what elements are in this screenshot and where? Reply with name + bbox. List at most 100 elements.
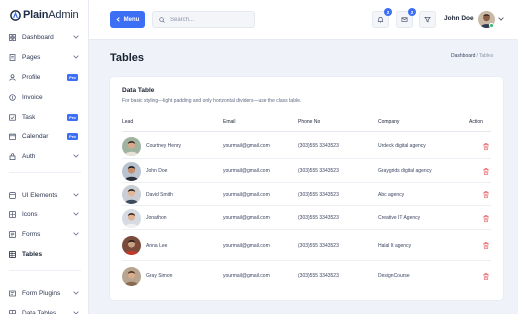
sidebar-item-label: Profile bbox=[22, 73, 41, 81]
table-row: John Doe yourmail@gmail.com (303)555 33435… bbox=[122, 159, 491, 183]
column-header-action: Action bbox=[469, 119, 483, 125]
search-box bbox=[152, 11, 255, 28]
data-tables-icon bbox=[9, 309, 16, 314]
bell-icon bbox=[377, 17, 384, 23]
breadcrumb: Dashboard/Tables bbox=[451, 53, 493, 59]
lead-email: yourmail@gmail.com bbox=[223, 143, 270, 149]
breadcrumb-separator: / bbox=[476, 53, 478, 59]
delete-icon[interactable] bbox=[483, 214, 489, 222]
sidebar-item-invoice[interactable]: Invoice bbox=[0, 90, 89, 104]
column-header-email: Email bbox=[223, 119, 236, 125]
lead-email: yourmail@gmail.com bbox=[223, 273, 270, 279]
breadcrumb-link-dashboard[interactable]: Dashboard bbox=[451, 53, 475, 59]
pro-badge: Pro bbox=[67, 73, 78, 81]
tables-icon bbox=[9, 250, 16, 258]
search-icon bbox=[159, 16, 165, 23]
delete-icon[interactable] bbox=[483, 272, 489, 280]
pro-badge: Pro bbox=[67, 132, 78, 140]
mail-icon bbox=[401, 17, 408, 22]
search-input[interactable] bbox=[170, 14, 252, 25]
chevron-down-icon bbox=[73, 154, 79, 158]
chevron-down-icon bbox=[498, 17, 504, 21]
sidebar-item-profile[interactable]: Profile Pro bbox=[0, 70, 89, 84]
sidebar-item-form-plugins[interactable]: Form Plugins bbox=[0, 286, 89, 300]
lead-email: yourmail@gmail.com bbox=[223, 242, 270, 249]
invoice-icon bbox=[9, 93, 16, 101]
lead-avatar bbox=[122, 208, 141, 228]
lead-name: John Doe bbox=[146, 168, 168, 174]
dashboard-icon bbox=[9, 33, 16, 41]
delete-icon[interactable] bbox=[483, 142, 489, 150]
lead-name: Anna Lee bbox=[146, 242, 168, 249]
sidebar-item-label: Pages bbox=[22, 53, 41, 61]
menu-button[interactable]: Menu bbox=[110, 11, 145, 28]
delete-icon[interactable] bbox=[483, 167, 489, 175]
lead-phone: (303)555 3343523 bbox=[298, 242, 339, 249]
lead-phone: (303)555 3343523 bbox=[298, 143, 339, 149]
filter-button[interactable] bbox=[419, 11, 436, 28]
logo-text: PlainAdmin bbox=[23, 9, 79, 21]
icons-icon bbox=[9, 210, 16, 218]
logo[interactable]: PlainAdmin bbox=[10, 8, 79, 22]
top-header: Menu 2 2 John Doe bbox=[89, 0, 518, 40]
user-menu-chevron[interactable] bbox=[498, 17, 504, 21]
sidebar-item-dashboard[interactable]: Dashboard bbox=[0, 30, 89, 44]
messages-button[interactable]: 2 bbox=[396, 8, 416, 28]
sidebar-item-label: Invoice bbox=[22, 93, 43, 101]
lead-phone: (303)555 3343523 bbox=[298, 168, 339, 174]
sidebar-item-label: Data Tables bbox=[22, 309, 57, 314]
chevron-down-icon bbox=[73, 212, 79, 216]
forms-icon bbox=[9, 230, 16, 238]
lead-company: Halal It agency bbox=[378, 242, 412, 249]
table-row: Courtney Henry yourmail@gmail.com (303)555… bbox=[122, 133, 491, 159]
messages-badge: 2 bbox=[408, 8, 416, 16]
lead-avatar bbox=[122, 236, 141, 255]
delete-icon[interactable] bbox=[483, 191, 489, 198]
sidebar-item-tables[interactable]: Tables bbox=[0, 247, 89, 261]
sidebar-divider bbox=[9, 270, 81, 271]
pages-icon bbox=[9, 53, 16, 61]
sidebar-item-data-tables[interactable]: Data Tables bbox=[0, 306, 89, 314]
data-table-card: Data Table For basic styling—light paddi… bbox=[110, 77, 503, 300]
notifications-badge: 2 bbox=[384, 8, 392, 16]
sidebar-divider bbox=[9, 172, 81, 173]
sidebar-item-label: Calendar bbox=[22, 132, 49, 140]
task-icon bbox=[9, 113, 16, 121]
ui-elements-icon bbox=[9, 191, 16, 199]
lead-name: Gray Simon bbox=[146, 273, 173, 279]
lead-avatar bbox=[122, 136, 141, 156]
table-row: Gray Simon yourmail@gmail.com (303)555 334… bbox=[122, 261, 491, 291]
lead-company: Graygrids digital agency bbox=[378, 168, 432, 174]
sidebar: PlainAdmin Dashboard Pages Profile Pro Invoi… bbox=[0, 0, 89, 314]
sidebar-item-ui-elements[interactable]: UI Elements bbox=[0, 188, 89, 202]
lead-phone: (303)555 3343523 bbox=[298, 191, 339, 198]
lead-email: yourmail@gmail.com bbox=[223, 215, 270, 221]
sidebar-item-forms[interactable]: Forms bbox=[0, 227, 89, 241]
auth-icon bbox=[9, 152, 16, 160]
lead-company: Creative IT Agency bbox=[378, 215, 421, 221]
sidebar-item-calendar[interactable]: Calendar Pro bbox=[0, 129, 89, 143]
chevron-down-icon bbox=[73, 35, 79, 39]
sidebar-item-icons[interactable]: Icons bbox=[0, 207, 89, 221]
sidebar-item-pages[interactable]: Pages bbox=[0, 50, 89, 64]
pro-badge: Pro bbox=[67, 113, 78, 121]
table-header-divider bbox=[122, 131, 491, 132]
column-header-company: Company bbox=[378, 119, 400, 125]
chevron-left-icon bbox=[116, 17, 120, 22]
sidebar-item-task[interactable]: Task Pro bbox=[0, 110, 89, 124]
lead-name: Jonathon bbox=[146, 215, 167, 221]
table-row: Jonathon yourmail@gmail.com (303)555 33435… bbox=[122, 206, 491, 230]
sidebar-item-label: Dashboard bbox=[22, 33, 54, 41]
chevron-down-icon bbox=[73, 193, 79, 197]
notifications-button[interactable]: 2 bbox=[372, 8, 392, 28]
table-row: Anna Lee yourmail@gmail.com (303)555 33435… bbox=[122, 230, 491, 261]
sidebar-item-label: Auth bbox=[22, 152, 36, 160]
lead-phone: (303)555 3343523 bbox=[298, 215, 339, 221]
breadcrumb-current: Tables bbox=[478, 53, 494, 59]
lead-company: DesignCourse bbox=[378, 273, 410, 279]
user-name[interactable]: John Doe bbox=[444, 15, 474, 22]
delete-icon[interactable] bbox=[483, 242, 489, 249]
sidebar-item-auth[interactable]: Auth bbox=[0, 149, 89, 163]
form-plugins-icon bbox=[9, 290, 16, 297]
sidebar-item-label: UI Elements bbox=[22, 191, 58, 199]
